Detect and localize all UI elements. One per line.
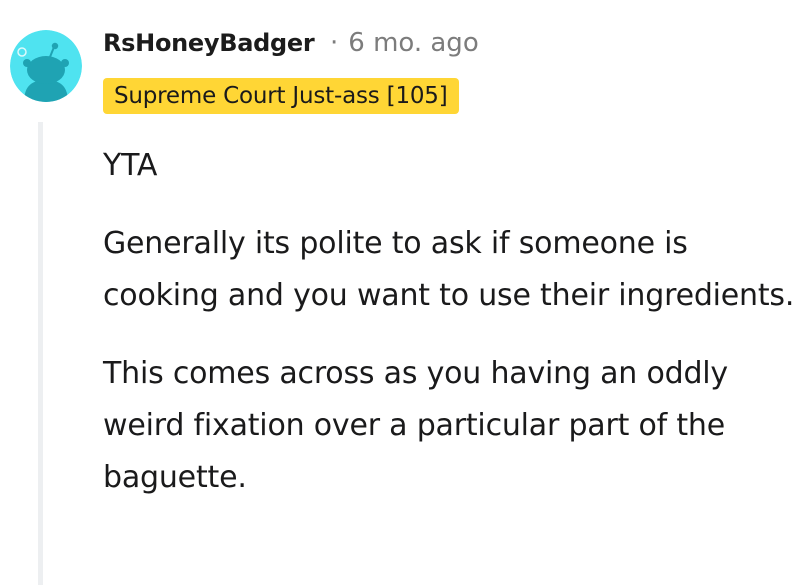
- comment-paragraph: This comes across as you having an oddly…: [103, 356, 728, 495]
- comment-paragraph: Generally its polite to ask if someone i…: [103, 226, 795, 313]
- comment: RsHoneyBadger · 6 mo. ago Supreme Court J…: [0, 0, 811, 585]
- user-flair-badge: Supreme Court Just-ass [105]: [103, 78, 459, 114]
- user-avatar-icon[interactable]: [10, 30, 82, 102]
- comment-author-link[interactable]: RsHoneyBadger: [103, 26, 315, 60]
- comment-paragraph: YTA: [103, 148, 158, 183]
- meta-separator: ·: [330, 28, 339, 58]
- comment-timestamp[interactable]: 6 mo. ago: [348, 28, 478, 58]
- comment-meta: · 6 mo. ago: [330, 26, 479, 60]
- thread-collapse-line[interactable]: [38, 122, 43, 585]
- comment-body: YTA Generally its polite to ask if someo…: [103, 140, 803, 530]
